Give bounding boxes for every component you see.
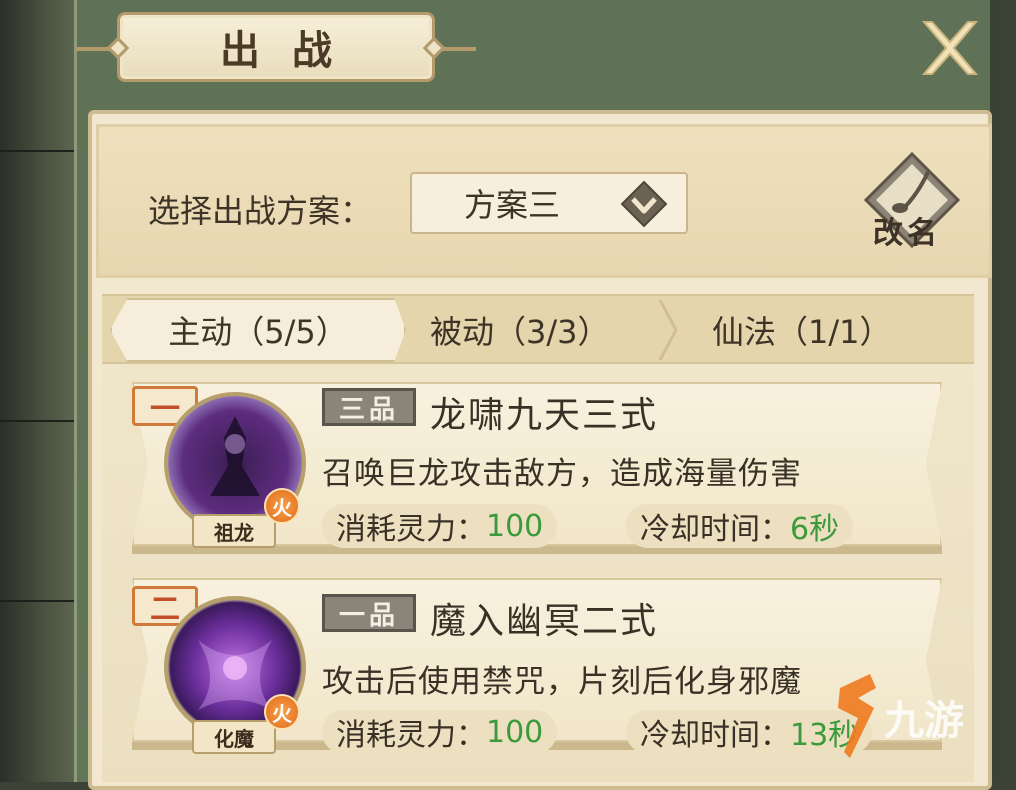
cost-label: 消耗灵力： [336, 718, 486, 753]
watermark-logo: 九游 [838, 674, 964, 758]
avatar-name: 祖龙 [192, 514, 276, 548]
cost-value: 100 [486, 508, 544, 544]
avatar-name: 化魔 [192, 720, 276, 754]
background-left [0, 0, 80, 782]
scheme-dropdown[interactable]: 方案三 [410, 172, 688, 234]
cooldown-label: 冷却时间： [640, 512, 790, 547]
element-badge: 火 [264, 488, 300, 524]
grade-badge: 三品 [322, 388, 416, 426]
rename-label: 改名 [873, 216, 941, 251]
tab-separator-icon [658, 300, 678, 360]
cost-value: 100 [486, 714, 544, 750]
cooldown-stat: 冷却时间： 6秒 [626, 504, 854, 548]
watermark-text: 九游 [884, 698, 964, 744]
tab-active[interactable]: 主动（5/5） [110, 298, 406, 362]
skill-description: 召唤巨龙攻击敌方，造成海量伤害 [322, 456, 802, 492]
cost-label: 消耗灵力： [336, 512, 486, 547]
grade-badge: 一品 [322, 594, 416, 632]
cooldown-label: 冷却时间： [640, 718, 790, 753]
close-icon[interactable] [918, 16, 982, 80]
element-badge: 火 [264, 694, 300, 730]
title-plaque: 出战 [76, 12, 476, 82]
scheme-label: 选择出战方案： [148, 192, 373, 230]
cooldown-value: 6秒 [790, 512, 840, 547]
page-title: 出战 [220, 27, 364, 74]
skill-name: 魔入幽冥二式 [430, 601, 659, 642]
skill-name: 龙啸九天三式 [430, 395, 659, 436]
tab-passive[interactable]: 被动（3/3） [430, 298, 610, 362]
cost-stat: 消耗灵力： 100 [322, 710, 558, 754]
cost-stat: 消耗灵力： 100 [322, 504, 558, 548]
chevron-down-icon [620, 180, 668, 228]
skill-description: 攻击后使用禁咒，片刻后化身邪魔 [322, 664, 802, 700]
scheme-selected-value: 方案三 [464, 186, 561, 224]
tab-immortal-art[interactable]: 仙法（1/1） [712, 298, 892, 362]
